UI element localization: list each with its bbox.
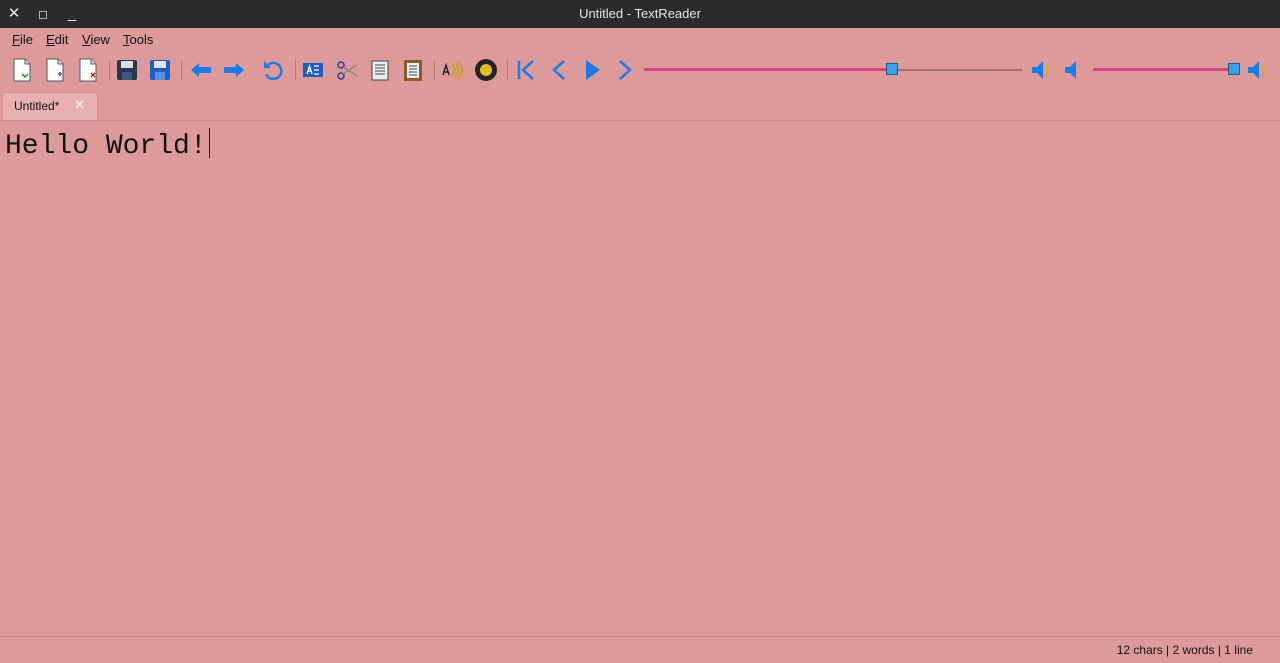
position-slider[interactable] <box>644 60 1022 80</box>
save-as-icon <box>150 60 170 80</box>
select-all-icon <box>303 63 323 77</box>
tab-untitled[interactable]: Untitled* ✕ <box>2 92 98 120</box>
menu-view[interactable]: View <box>82 32 110 47</box>
cut-button[interactable] <box>334 57 360 83</box>
tab-close-icon[interactable]: ✕ <box>74 97 85 113</box>
record-button[interactable] <box>473 57 499 83</box>
toolbar-separator <box>181 60 182 80</box>
reload-button[interactable] <box>260 57 286 83</box>
tab-label: Untitled* <box>14 99 60 113</box>
slider-fill <box>644 68 892 71</box>
speak-icon <box>442 60 463 80</box>
slider-handle[interactable] <box>1228 63 1240 75</box>
menu-file[interactable]: File <box>12 32 33 47</box>
next-button[interactable] <box>612 57 638 83</box>
save-as-button[interactable] <box>147 57 173 83</box>
volume-down-button[interactable] <box>1028 57 1054 83</box>
menu-bar: File Edit View Tools <box>0 28 1280 52</box>
toolbar-separator <box>507 60 508 80</box>
close-file-button[interactable] <box>75 57 101 83</box>
window-title: Untitled - TextReader <box>579 6 701 21</box>
copy-button[interactable] <box>367 57 393 83</box>
open-file-button[interactable] <box>9 57 35 83</box>
status-bar: 12 chars | 2 words | 1 line <box>0 636 1280 663</box>
toolbar <box>0 52 1280 88</box>
menu-edit[interactable]: Edit <box>46 32 68 47</box>
record-icon <box>475 59 497 81</box>
play-button[interactable] <box>579 57 605 83</box>
save-icon <box>117 60 137 80</box>
speak-button[interactable] <box>440 57 466 83</box>
previous-button[interactable] <box>546 57 572 83</box>
slider-handle[interactable] <box>886 63 898 75</box>
cut-scissors-icon <box>337 61 358 80</box>
text-editor[interactable]: Hello World! <box>2 121 1278 635</box>
volume-max-speaker-icon <box>1248 61 1266 79</box>
text-caret <box>208 128 210 158</box>
toolbar-separator <box>434 60 435 80</box>
reload-icon <box>264 61 283 81</box>
previous-icon <box>552 60 565 80</box>
editor-content[interactable]: Hello World! <box>5 128 210 162</box>
redo-arrow-icon <box>224 63 244 77</box>
save-button[interactable] <box>114 57 140 83</box>
status-text: 12 chars | 2 words | 1 line <box>1116 643 1253 657</box>
volume-up-button[interactable] <box>1059 57 1085 83</box>
open-file-icon <box>13 58 31 82</box>
skip-to-start-icon <box>517 60 534 80</box>
volume-max-button[interactable] <box>1246 57 1272 83</box>
redo-button[interactable] <box>221 57 247 83</box>
select-all-button[interactable] <box>300 57 326 83</box>
toolbar-separator <box>295 60 296 80</box>
tab-bar: Untitled* ✕ <box>0 90 1280 121</box>
toolbar-separator <box>109 60 110 80</box>
undo-button[interactable] <box>188 57 214 83</box>
slider-fill <box>1093 68 1234 71</box>
new-file-icon <box>46 58 64 82</box>
new-file-button[interactable] <box>42 57 68 83</box>
volume-down-speaker-icon <box>1032 61 1050 79</box>
paste-icon <box>404 60 422 81</box>
copy-icon <box>371 60 389 81</box>
paste-button[interactable] <box>400 57 426 83</box>
skip-to-start-button[interactable] <box>513 57 539 83</box>
menu-tools[interactable]: Tools <box>123 32 153 47</box>
play-icon <box>586 60 600 80</box>
title-bar: ✕ ◻ _ Untitled - TextReader <box>0 0 1280 28</box>
undo-arrow-icon <box>191 63 211 77</box>
next-icon <box>619 60 632 80</box>
volume-up-speaker-icon <box>1065 61 1076 79</box>
volume-slider[interactable] <box>1093 60 1240 80</box>
close-file-icon <box>79 58 97 82</box>
